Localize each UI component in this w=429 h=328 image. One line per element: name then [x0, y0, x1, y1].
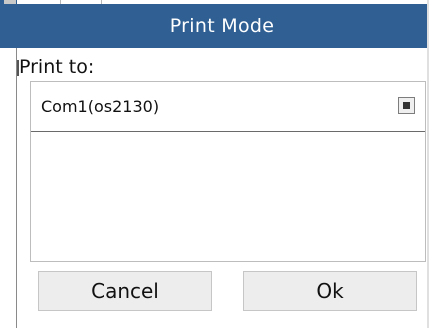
printer-list-item[interactable]: Com1(os2130) [31, 82, 425, 132]
ok-button[interactable]: Ok [243, 271, 417, 311]
background-window [0, 0, 17, 328]
printer-select-checkbox[interactable] [398, 97, 415, 114]
print-to-label: Print to: [19, 56, 95, 78]
dialog-title: Print Mode [169, 15, 275, 37]
print-mode-dialog: Print Mode Print to: Com1(os2130) Cancel… [17, 4, 427, 328]
cancel-button[interactable]: Cancel [38, 271, 212, 311]
background-titlebar [0, 0, 17, 48]
dialog-titlebar: Print Mode [17, 4, 427, 48]
printer-name: Com1(os2130) [41, 97, 160, 116]
printer-list[interactable]: Com1(os2130) [30, 81, 426, 262]
selected-indicator-icon [403, 102, 410, 109]
